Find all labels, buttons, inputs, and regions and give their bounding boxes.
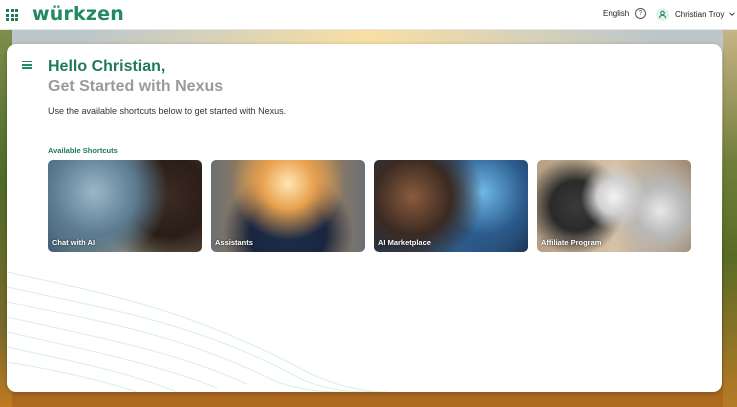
app-logo[interactable]: würkzen — [32, 3, 124, 25]
menu-icon[interactable] — [22, 61, 32, 69]
section-title: Available Shortcuts — [48, 146, 118, 155]
help-circle-icon[interactable]: ? — [635, 8, 646, 19]
shortcut-label: AI Marketplace — [378, 238, 431, 247]
language-selector[interactable]: English — [603, 9, 629, 18]
page-title: Hello Christian, — [48, 58, 166, 75]
background-right-edge — [723, 29, 737, 407]
main-card: Hello Christian, Get Started with Nexus … — [7, 44, 722, 392]
shortcut-chat-with-ai[interactable]: Chat with AI — [48, 160, 202, 252]
shortcut-label: Chat with AI — [52, 238, 96, 247]
shortcut-assistants[interactable]: Assistants — [211, 160, 365, 252]
user-name: Christian Troy — [675, 9, 725, 19]
page-subtitle: Get Started with Nexus — [48, 78, 224, 95]
decorative-waves — [7, 271, 388, 392]
avatar — [656, 7, 669, 21]
shortcut-label: Affiliate Program — [541, 238, 602, 247]
shortcut-ai-marketplace[interactable]: AI Marketplace — [374, 160, 528, 252]
shortcut-affiliate-program[interactable]: Affiliate Program — [537, 160, 691, 252]
shortcut-label: Assistants — [215, 238, 253, 247]
apps-grid-icon[interactable] — [6, 9, 18, 21]
user-menu[interactable]: Christian Troy — [656, 6, 736, 22]
shortcuts-row: Chat with AI Assistants AI Marketplace A… — [48, 160, 691, 252]
page-description: Use the available shortcuts below to get… — [48, 106, 287, 116]
user-icon — [658, 10, 667, 18]
chevron-down-icon[interactable] — [728, 10, 736, 18]
top-bar: würkzen English ? Christian Troy — [0, 0, 737, 30]
